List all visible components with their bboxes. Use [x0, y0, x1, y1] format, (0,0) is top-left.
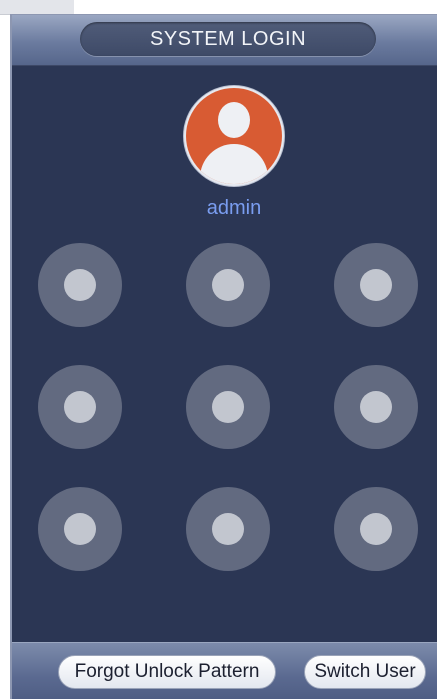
pattern-dot-5[interactable] — [186, 365, 270, 449]
pattern-dot-center — [212, 513, 244, 545]
login-dialog: SYSTEM LOGIN admin Forgot Unlock Pattern… — [10, 14, 437, 699]
pattern-dot-center — [212, 269, 244, 301]
pattern-dot-center — [360, 269, 392, 301]
pattern-dot-1[interactable] — [38, 243, 122, 327]
pattern-dot-3[interactable] — [334, 243, 418, 327]
pattern-dot-8[interactable] — [186, 487, 270, 571]
pattern-dot-9[interactable] — [334, 487, 418, 571]
pattern-dot-center — [360, 513, 392, 545]
pattern-dot-center — [212, 391, 244, 423]
window-corner-tab — [0, 0, 74, 15]
switch-user-button[interactable]: Switch User — [304, 655, 426, 689]
pattern-dot-7[interactable] — [38, 487, 122, 571]
pattern-dot-6[interactable] — [334, 365, 418, 449]
pattern-dot-2[interactable] — [186, 243, 270, 327]
unlock-pattern-grid[interactable] — [12, 15, 437, 699]
pattern-dot-center — [64, 513, 96, 545]
forgot-unlock-pattern-button[interactable]: Forgot Unlock Pattern — [58, 655, 276, 689]
bottom-action-bar: Forgot Unlock Pattern Switch User — [12, 642, 437, 699]
pattern-dot-4[interactable] — [38, 365, 122, 449]
pattern-dot-center — [64, 391, 96, 423]
pattern-dot-center — [64, 269, 96, 301]
pattern-dot-center — [360, 391, 392, 423]
